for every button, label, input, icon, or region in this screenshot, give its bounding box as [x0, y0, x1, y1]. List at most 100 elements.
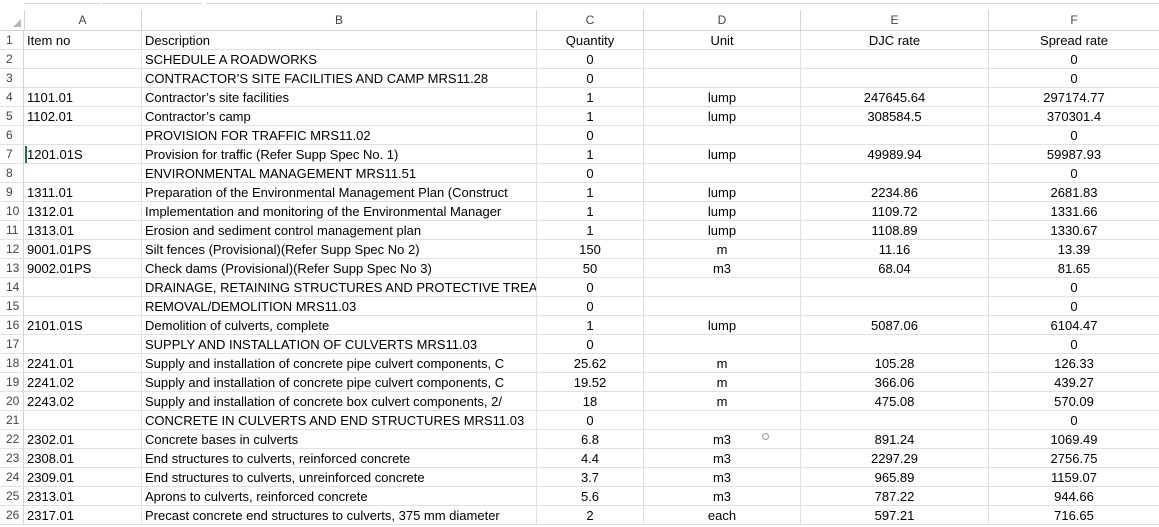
cell-e[interactable]: 965.89	[801, 468, 989, 487]
cell-d[interactable]: each	[644, 506, 801, 525]
cell-c[interactable]: 0	[537, 69, 644, 88]
cell-b[interactable]: Concrete bases in culverts	[142, 430, 537, 449]
cell-a[interactable]	[24, 411, 142, 430]
cell-d[interactable]: lump	[644, 145, 801, 164]
cell-e[interactable]: 49989.94	[801, 145, 989, 164]
row-header[interactable]: 2	[0, 50, 24, 69]
cell-e[interactable]: 475.08	[801, 392, 989, 411]
cell-d[interactable]: m3	[644, 430, 801, 449]
cell-c[interactable]: 1	[537, 88, 644, 107]
cell-e[interactable]: 11.16	[801, 240, 989, 259]
cell-c[interactable]: 150	[537, 240, 644, 259]
cell-e[interactable]: 787.22	[801, 487, 989, 506]
cell-a[interactable]: 2241.02	[24, 373, 142, 392]
cell-d[interactable]: m	[644, 240, 801, 259]
cell-d[interactable]	[644, 278, 801, 297]
cell-e[interactable]: 105.28	[801, 354, 989, 373]
cell-a[interactable]: 9002.01PS	[24, 259, 142, 278]
column-header-b[interactable]: B	[142, 10, 537, 30]
row-header[interactable]: 26	[0, 506, 24, 525]
cell-e[interactable]: 308584.5	[801, 107, 989, 126]
cell-d[interactable]	[644, 411, 801, 430]
cell-a[interactable]: 1313.01	[24, 221, 142, 240]
cell-b[interactable]: REMOVAL/DEMOLITION MRS11.03	[142, 297, 537, 316]
cell-a[interactable]: 2317.01	[24, 506, 142, 525]
cell-d[interactable]: lump	[644, 316, 801, 335]
row-header[interactable]: 6	[0, 126, 24, 145]
cell-b[interactable]: Provision for traffic (Refer Supp Spec N…	[142, 145, 537, 164]
cell-a[interactable]	[24, 335, 142, 354]
cell-b[interactable]: Silt fences (Provisional)(Refer Supp Spe…	[142, 240, 537, 259]
row-header[interactable]: 11	[0, 221, 24, 240]
cell-a[interactable]: 2101.01S	[24, 316, 142, 335]
cell-b[interactable]: PROVISION FOR TRAFFIC MRS11.02	[142, 126, 537, 145]
cell-f[interactable]: 0	[989, 164, 1159, 183]
cell-d[interactable]: m	[644, 373, 801, 392]
row-header[interactable]: 10	[0, 202, 24, 221]
cell-b[interactable]: SUPPLY AND INSTALLATION OF CULVERTS MRS1…	[142, 335, 537, 354]
row-header[interactable]: 4	[0, 88, 24, 107]
cell-b[interactable]: Implementation and monitoring of the Env…	[142, 202, 537, 221]
cell-e[interactable]: 5087.06	[801, 316, 989, 335]
cell-f[interactable]: 81.65	[989, 259, 1159, 278]
cell-f[interactable]: 0	[989, 50, 1159, 69]
cell-f[interactable]: 944.66	[989, 487, 1159, 506]
row-header[interactable]: 23	[0, 449, 24, 468]
cell-a[interactable]: 1101.01	[24, 88, 142, 107]
row-header[interactable]: 16	[0, 316, 24, 335]
cell-b[interactable]: CONCRETE IN CULVERTS AND END STRUCTURES …	[142, 411, 537, 430]
row-header[interactable]: 9	[0, 183, 24, 202]
row-header[interactable]: 20	[0, 392, 24, 411]
cell-b[interactable]: Demolition of culverts, complete	[142, 316, 537, 335]
cell-c[interactable]: 19.52	[537, 373, 644, 392]
cell-b[interactable]: Preparation of the Environmental Managem…	[142, 183, 537, 202]
cell-f[interactable]: 2681.83	[989, 183, 1159, 202]
cell-b[interactable]: Supply and installation of concrete box …	[142, 392, 537, 411]
row-header[interactable]: 17	[0, 335, 24, 354]
cell-c[interactable]: 50	[537, 259, 644, 278]
cell-a[interactable]	[24, 126, 142, 145]
cell-f[interactable]: 0	[989, 278, 1159, 297]
cell-a[interactable]: 1201.01S	[24, 145, 142, 164]
cell-c[interactable]: 3.7	[537, 468, 644, 487]
row-header[interactable]: 21	[0, 411, 24, 430]
cell-c[interactable]: 0	[537, 278, 644, 297]
cell-e[interactable]	[801, 50, 989, 69]
cell-c[interactable]: 25.62	[537, 354, 644, 373]
cell-a[interactable]: 2241.01	[24, 354, 142, 373]
cell-b[interactable]: End structures to culverts, reinforced c…	[142, 449, 537, 468]
cell-f[interactable]: 0	[989, 335, 1159, 354]
cell-d[interactable]: m3	[644, 259, 801, 278]
row-header[interactable]: 1	[0, 31, 24, 50]
cell-f[interactable]: 439.27	[989, 373, 1159, 392]
cell-f[interactable]: 716.65	[989, 506, 1159, 525]
cell-f[interactable]: 59987.93	[989, 145, 1159, 164]
cell-f[interactable]: Spread rate	[989, 31, 1159, 50]
cell-e[interactable]	[801, 126, 989, 145]
cell-d[interactable]: lump	[644, 183, 801, 202]
cell-d[interactable]	[644, 297, 801, 316]
cell-a[interactable]	[24, 164, 142, 183]
cell-e[interactable]	[801, 335, 989, 354]
cell-e[interactable]: 247645.64	[801, 88, 989, 107]
cell-b[interactable]: DRAINAGE, RETAINING STRUCTURES AND PROTE…	[142, 278, 537, 297]
cell-d[interactable]: m	[644, 354, 801, 373]
cell-c[interactable]: 1	[537, 316, 644, 335]
cell-e[interactable]: DJC rate	[801, 31, 989, 50]
select-all-corner[interactable]	[0, 10, 25, 30]
cell-b[interactable]: Contractor’s camp	[142, 107, 537, 126]
cell-e[interactable]: 891.24	[801, 430, 989, 449]
cell-f[interactable]: 0	[989, 297, 1159, 316]
row-header[interactable]: 8	[0, 164, 24, 183]
cell-c[interactable]: 1	[537, 202, 644, 221]
cell-b[interactable]: Supply and installation of concrete pipe…	[142, 354, 537, 373]
cell-b[interactable]: Supply and installation of concrete pipe…	[142, 373, 537, 392]
cell-e[interactable]: 1108.89	[801, 221, 989, 240]
cell-c[interactable]: 4.4	[537, 449, 644, 468]
cell-a[interactable]: 2308.01	[24, 449, 142, 468]
cell-a[interactable]: 1102.01	[24, 107, 142, 126]
cell-d[interactable]: lump	[644, 202, 801, 221]
row-header[interactable]: 14	[0, 278, 24, 297]
row-header[interactable]: 24	[0, 468, 24, 487]
cell-e[interactable]	[801, 297, 989, 316]
